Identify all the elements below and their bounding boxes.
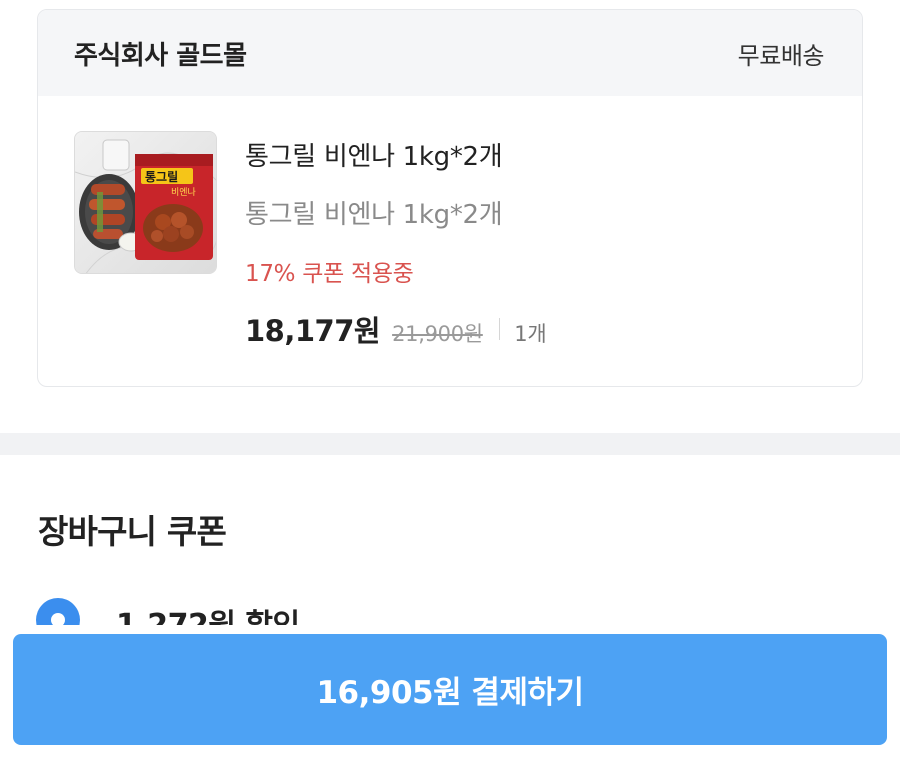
product-thumbnail[interactable]: 통그릴 비엔나 bbox=[74, 131, 217, 274]
seller-card: 주식회사 골드몰 무료배송 통그릴 비엔나 통그릴 비엔나 1kg*2개 통그릴… bbox=[37, 9, 863, 387]
seller-name[interactable]: 주식회사 골드몰 bbox=[74, 35, 247, 72]
checkout-button[interactable]: 16,905원 결제하기 bbox=[13, 634, 887, 745]
price-row: 18,177원 21,900원 1개 bbox=[245, 308, 547, 350]
quantity: 1개 bbox=[514, 322, 547, 346]
product-title[interactable]: 통그릴 비엔나 1kg*2개 bbox=[245, 136, 503, 173]
cart-coupon-heading: 장바구니 쿠폰 bbox=[38, 512, 227, 551]
coupon-applied-label: 17% 쿠폰 적용중 bbox=[245, 261, 414, 287]
package-sub-text: 비엔나 bbox=[171, 187, 196, 198]
package-brand-text: 통그릴 bbox=[145, 169, 178, 184]
section-divider bbox=[0, 433, 900, 455]
seller-header: 주식회사 골드몰 무료배송 bbox=[38, 10, 862, 96]
price-divider bbox=[498, 318, 501, 340]
checkout-bar: 16,905원 결제하기 bbox=[0, 625, 900, 759]
sale-price: 18,177원 bbox=[245, 314, 381, 348]
original-price: 21,900원 bbox=[392, 322, 483, 346]
product-image: 통그릴 비엔나 bbox=[75, 132, 216, 273]
product-option: 통그릴 비엔나 1kg*2개 bbox=[245, 200, 503, 230]
shipping-label: 무료배송 bbox=[737, 41, 825, 70]
